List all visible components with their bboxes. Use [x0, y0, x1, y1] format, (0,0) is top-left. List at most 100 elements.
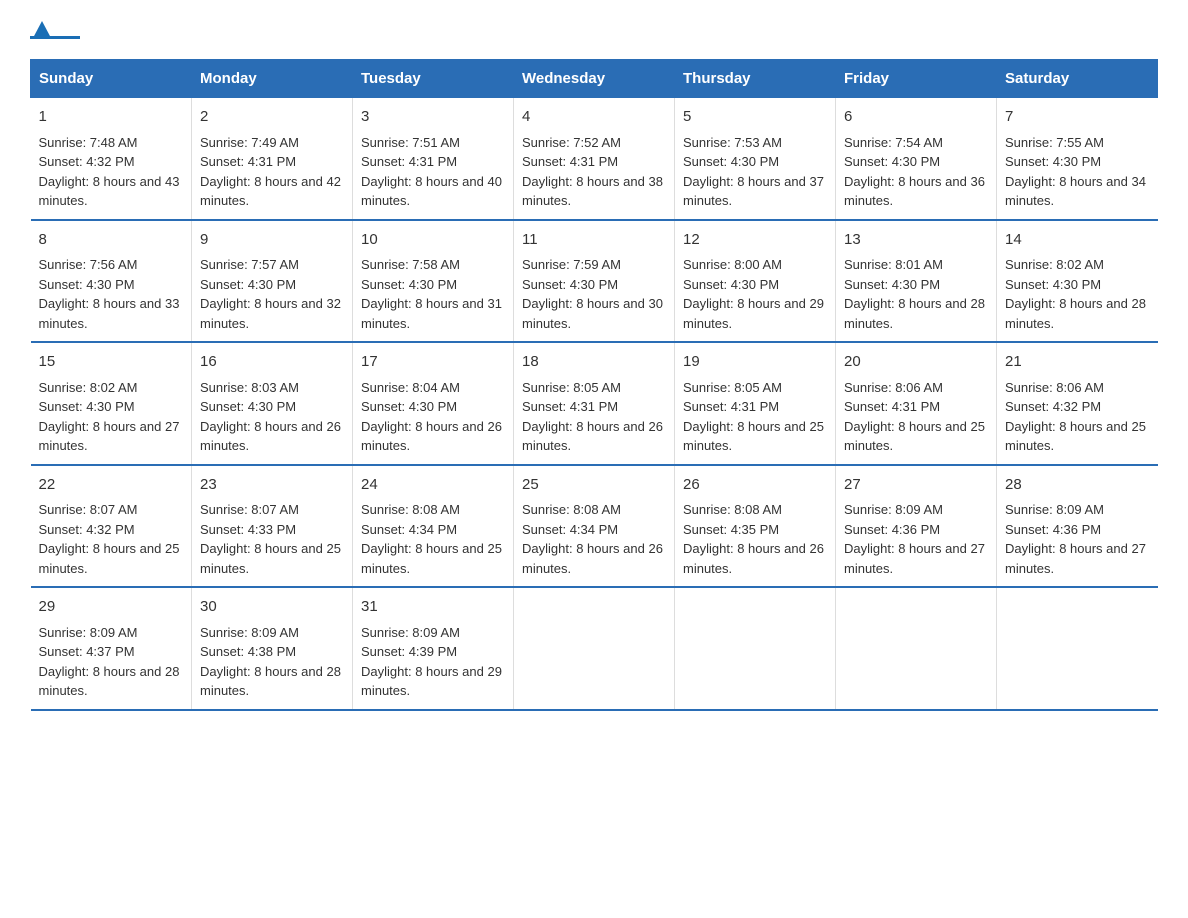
day-info: Sunrise: 8:09 AMSunset: 4:38 PMDaylight:… — [200, 625, 341, 699]
table-row: 21 Sunrise: 8:06 AMSunset: 4:32 PMDayligh… — [997, 342, 1158, 465]
day-info: Sunrise: 8:05 AMSunset: 4:31 PMDaylight:… — [683, 380, 824, 454]
day-info: Sunrise: 7:53 AMSunset: 4:30 PMDaylight:… — [683, 135, 824, 209]
day-info: Sunrise: 8:08 AMSunset: 4:34 PMDaylight:… — [361, 502, 502, 576]
table-row: 15 Sunrise: 8:02 AMSunset: 4:30 PMDayligh… — [31, 342, 192, 465]
day-info: Sunrise: 8:01 AMSunset: 4:30 PMDaylight:… — [844, 257, 985, 331]
day-info: Sunrise: 8:09 AMSunset: 4:36 PMDaylight:… — [844, 502, 985, 576]
day-info: Sunrise: 8:00 AMSunset: 4:30 PMDaylight:… — [683, 257, 824, 331]
table-row: 6 Sunrise: 7:54 AMSunset: 4:30 PMDaylight… — [836, 98, 997, 220]
day-info: Sunrise: 8:05 AMSunset: 4:31 PMDaylight:… — [522, 380, 663, 454]
table-row: 16 Sunrise: 8:03 AMSunset: 4:30 PMDayligh… — [192, 342, 353, 465]
col-monday: Monday — [192, 60, 353, 98]
table-row: 2 Sunrise: 7:49 AMSunset: 4:31 PMDaylight… — [192, 98, 353, 220]
day-number: 22 — [39, 474, 184, 497]
table-row: 30 Sunrise: 8:09 AMSunset: 4:38 PMDayligh… — [192, 587, 353, 710]
table-row: 22 Sunrise: 8:07 AMSunset: 4:32 PMDayligh… — [31, 465, 192, 588]
day-info: Sunrise: 7:52 AMSunset: 4:31 PMDaylight:… — [522, 135, 663, 209]
day-number: 26 — [683, 474, 827, 497]
table-row: 18 Sunrise: 8:05 AMSunset: 4:31 PMDayligh… — [514, 342, 675, 465]
day-info: Sunrise: 7:54 AMSunset: 4:30 PMDaylight:… — [844, 135, 985, 209]
day-info: Sunrise: 8:02 AMSunset: 4:30 PMDaylight:… — [39, 380, 180, 454]
day-info: Sunrise: 8:08 AMSunset: 4:35 PMDaylight:… — [683, 502, 824, 576]
col-thursday: Thursday — [675, 60, 836, 98]
table-row: 9Sunrise: 7:57 AMSunset: 4:30 PMDaylight… — [192, 220, 353, 343]
table-row: 3Sunrise: 7:51 AMSunset: 4:31 PMDaylight… — [353, 98, 514, 220]
calendar-week-1: 1 Sunrise: 7:48 AMSunset: 4:32 PMDaylight… — [31, 98, 1158, 220]
table-row: 11 Sunrise: 7:59 AMSunset: 4:30 PMDayligh… — [514, 220, 675, 343]
day-info: Sunrise: 8:07 AMSunset: 4:33 PMDaylight:… — [200, 502, 341, 576]
day-number: 20 — [844, 351, 988, 374]
day-number: 11 — [522, 229, 666, 252]
table-row: 8 Sunrise: 7:56 AMSunset: 4:30 PMDaylight… — [31, 220, 192, 343]
table-row: 31Sunrise: 8:09 AMSunset: 4:39 PMDayligh… — [353, 587, 514, 710]
day-number: 17 — [361, 351, 505, 374]
table-row: 13Sunrise: 8:01 AMSunset: 4:30 PMDayligh… — [836, 220, 997, 343]
day-number: 4 — [522, 106, 666, 129]
calendar-week-5: 29 Sunrise: 8:09 AMSunset: 4:37 PMDayligh… — [31, 587, 1158, 710]
table-row — [836, 587, 997, 710]
day-info: Sunrise: 8:09 AMSunset: 4:37 PMDaylight:… — [39, 625, 180, 699]
table-row: 19 Sunrise: 8:05 AMSunset: 4:31 PMDayligh… — [675, 342, 836, 465]
day-number: 5 — [683, 106, 827, 129]
day-info: Sunrise: 8:09 AMSunset: 4:36 PMDaylight:… — [1005, 502, 1146, 576]
day-number: 27 — [844, 474, 988, 497]
day-number: 19 — [683, 351, 827, 374]
day-number: 9 — [200, 229, 344, 252]
table-row: 29 Sunrise: 8:09 AMSunset: 4:37 PMDayligh… — [31, 587, 192, 710]
day-number: 24 — [361, 474, 505, 497]
day-number: 1 — [39, 106, 184, 129]
day-info: Sunrise: 7:59 AMSunset: 4:30 PMDaylight:… — [522, 257, 663, 331]
day-number: 7 — [1005, 106, 1150, 129]
logo — [30, 20, 82, 39]
day-number: 25 — [522, 474, 666, 497]
table-row: 1 Sunrise: 7:48 AMSunset: 4:32 PMDaylight… — [31, 98, 192, 220]
day-info: Sunrise: 7:58 AMSunset: 4:30 PMDaylight:… — [361, 257, 502, 331]
day-info: Sunrise: 8:07 AMSunset: 4:32 PMDaylight:… — [39, 502, 180, 576]
day-info: Sunrise: 8:04 AMSunset: 4:30 PMDaylight:… — [361, 380, 502, 454]
col-sunday: Sunday — [31, 60, 192, 98]
col-tuesday: Tuesday — [353, 60, 514, 98]
day-info: Sunrise: 7:55 AMSunset: 4:30 PMDaylight:… — [1005, 135, 1146, 209]
table-row: 12 Sunrise: 8:00 AMSunset: 4:30 PMDayligh… — [675, 220, 836, 343]
day-info: Sunrise: 7:56 AMSunset: 4:30 PMDaylight:… — [39, 257, 180, 331]
table-row: 23Sunrise: 8:07 AMSunset: 4:33 PMDayligh… — [192, 465, 353, 588]
day-number: 8 — [39, 229, 184, 252]
table-row: 17 Sunrise: 8:04 AMSunset: 4:30 PMDayligh… — [353, 342, 514, 465]
day-number: 18 — [522, 351, 666, 374]
day-number: 28 — [1005, 474, 1150, 497]
day-number: 2 — [200, 106, 344, 129]
table-row: 14 Sunrise: 8:02 AMSunset: 4:30 PMDayligh… — [997, 220, 1158, 343]
day-info: Sunrise: 8:08 AMSunset: 4:34 PMDaylight:… — [522, 502, 663, 576]
day-number: 15 — [39, 351, 184, 374]
calendar-week-2: 8 Sunrise: 7:56 AMSunset: 4:30 PMDaylight… — [31, 220, 1158, 343]
day-number: 10 — [361, 229, 505, 252]
day-number: 31 — [361, 596, 505, 619]
day-info: Sunrise: 7:49 AMSunset: 4:31 PMDaylight:… — [200, 135, 341, 209]
table-row: 5 Sunrise: 7:53 AMSunset: 4:30 PMDaylight… — [675, 98, 836, 220]
day-number: 6 — [844, 106, 988, 129]
day-number: 14 — [1005, 229, 1150, 252]
day-info: Sunrise: 7:51 AMSunset: 4:31 PMDaylight:… — [361, 135, 502, 209]
table-row: 20Sunrise: 8:06 AMSunset: 4:31 PMDayligh… — [836, 342, 997, 465]
col-wednesday: Wednesday — [514, 60, 675, 98]
day-info: Sunrise: 7:48 AMSunset: 4:32 PMDaylight:… — [39, 135, 180, 209]
day-number: 12 — [683, 229, 827, 252]
col-saturday: Saturday — [997, 60, 1158, 98]
day-number: 21 — [1005, 351, 1150, 374]
day-info: Sunrise: 8:02 AMSunset: 4:30 PMDaylight:… — [1005, 257, 1146, 331]
table-row: 26 Sunrise: 8:08 AMSunset: 4:35 PMDayligh… — [675, 465, 836, 588]
day-info: Sunrise: 8:03 AMSunset: 4:30 PMDaylight:… — [200, 380, 341, 454]
table-row: 7 Sunrise: 7:55 AMSunset: 4:30 PMDaylight… — [997, 98, 1158, 220]
calendar-table: Sunday Monday Tuesday Wednesday Thursday… — [30, 59, 1158, 711]
table-row — [514, 587, 675, 710]
table-row: 4 Sunrise: 7:52 AMSunset: 4:31 PMDaylight… — [514, 98, 675, 220]
day-number: 29 — [39, 596, 184, 619]
day-number: 30 — [200, 596, 344, 619]
day-info: Sunrise: 8:06 AMSunset: 4:32 PMDaylight:… — [1005, 380, 1146, 454]
table-row: 24 Sunrise: 8:08 AMSunset: 4:34 PMDayligh… — [353, 465, 514, 588]
calendar-week-4: 22 Sunrise: 8:07 AMSunset: 4:32 PMDayligh… — [31, 465, 1158, 588]
day-number: 16 — [200, 351, 344, 374]
table-row: 28 Sunrise: 8:09 AMSunset: 4:36 PMDayligh… — [997, 465, 1158, 588]
header-row: Sunday Monday Tuesday Wednesday Thursday… — [31, 60, 1158, 98]
page-header — [30, 20, 1158, 39]
